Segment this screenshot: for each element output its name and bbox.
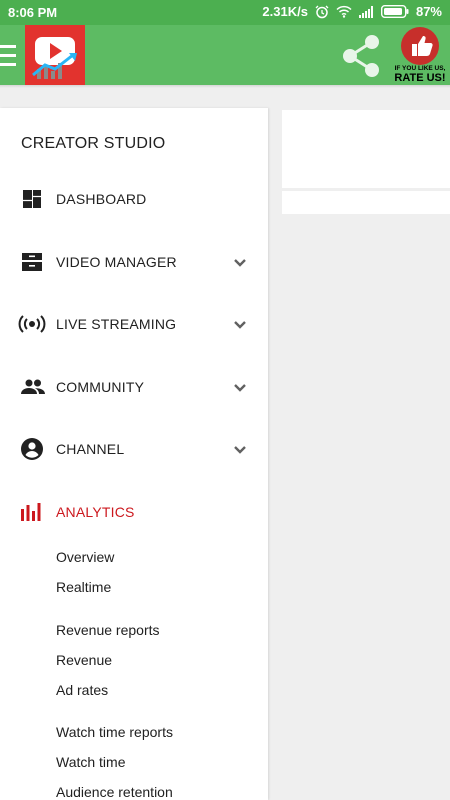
navigation-drawer: CREATOR STUDIO DASHBOARD VIDEO MANAGER L… bbox=[0, 108, 268, 800]
chevron-down-icon[interactable] bbox=[232, 379, 248, 395]
status-time: 8:06 PM bbox=[8, 5, 58, 20]
video-manager-icon bbox=[20, 250, 44, 274]
alarm-icon bbox=[315, 5, 329, 19]
content-card bbox=[282, 110, 450, 188]
live-streaming-icon bbox=[18, 312, 46, 336]
battery-icon bbox=[380, 5, 409, 18]
nav-item-analytics[interactable]: ANALYTICS bbox=[0, 492, 268, 532]
nav-item-label: DASHBOARD bbox=[56, 191, 147, 207]
subnav-section-revenue-reports: Revenue reports bbox=[56, 622, 160, 638]
chevron-down-icon[interactable] bbox=[232, 441, 248, 457]
nav-item-label: COMMUNITY bbox=[56, 379, 145, 395]
drawer-title: CREATOR STUDIO bbox=[21, 135, 166, 152]
nav-item-label: CHANNEL bbox=[56, 441, 125, 457]
battery-percent: 87% bbox=[415, 4, 442, 19]
rate-us-label: RATE US! bbox=[394, 72, 446, 84]
thumbs-up-icon bbox=[401, 27, 439, 65]
wifi-icon bbox=[336, 5, 352, 18]
nav-item-community[interactable]: COMMUNITY bbox=[0, 367, 268, 407]
rate-us-subtext: IF YOU LIKE US, bbox=[394, 65, 446, 72]
app-bar-shadow bbox=[0, 85, 450, 88]
nav-item-live-streaming[interactable]: LIVE STREAMING bbox=[0, 304, 268, 344]
chevron-down-icon[interactable] bbox=[232, 316, 248, 332]
subnav-ad-rates[interactable]: Ad rates bbox=[56, 682, 108, 698]
subnav-realtime[interactable]: Realtime bbox=[56, 579, 111, 595]
subnav-watch-time[interactable]: Watch time bbox=[56, 754, 126, 770]
subnav-revenue[interactable]: Revenue bbox=[56, 652, 112, 668]
content-card-footer bbox=[282, 191, 450, 214]
status-bar: 8:06 PM 2.31K/s 87% bbox=[0, 0, 450, 25]
chevron-down-icon[interactable] bbox=[232, 254, 248, 270]
nav-item-video-manager[interactable]: VIDEO MANAGER bbox=[0, 242, 268, 282]
nav-item-label: ANALYTICS bbox=[56, 504, 135, 520]
app-logo bbox=[25, 25, 85, 85]
channel-icon bbox=[20, 437, 44, 461]
subnav-overview[interactable]: Overview bbox=[56, 549, 114, 565]
nav-item-dashboard[interactable]: DASHBOARD bbox=[0, 179, 268, 219]
network-speed: 2.31K/s bbox=[262, 4, 308, 19]
nav-item-label: VIDEO MANAGER bbox=[56, 254, 177, 270]
menu-icon[interactable] bbox=[0, 45, 16, 67]
rate-us-button[interactable]: IF YOU LIKE US, RATE US! bbox=[390, 25, 450, 85]
subnav-audience-retention[interactable]: Audience retention bbox=[56, 784, 173, 800]
dashboard-icon bbox=[20, 187, 44, 211]
nav-item-label: LIVE STREAMING bbox=[56, 316, 177, 332]
subnav-section-watch-time-reports: Watch time reports bbox=[56, 724, 173, 740]
share-icon[interactable] bbox=[338, 33, 384, 79]
signal-icon bbox=[358, 5, 374, 18]
nav-item-channel[interactable]: CHANNEL bbox=[0, 429, 268, 469]
app-bar: IF YOU LIKE US, RATE US! bbox=[0, 25, 450, 85]
analytics-icon bbox=[20, 500, 44, 524]
community-icon bbox=[20, 375, 45, 399]
